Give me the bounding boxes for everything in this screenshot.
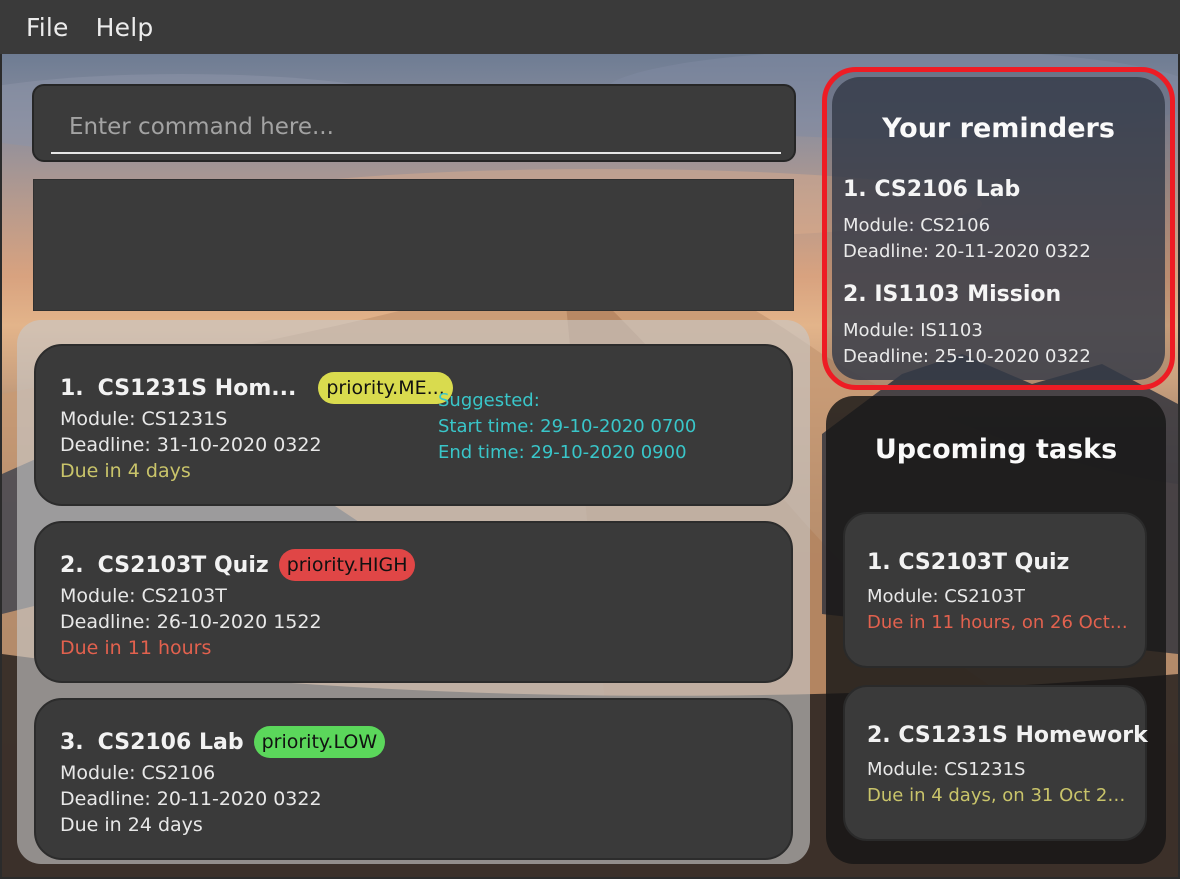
task-name: CS2106 Lab: [97, 729, 244, 755]
task-module: Module: CS1231S: [60, 408, 228, 430]
task-title-row: 1. CS1231S Hom... priority.ME...: [60, 372, 453, 404]
reminders-panel: Your reminders 1. CS2106 Lab Module: CS2…: [822, 67, 1175, 390]
reminders-list[interactable]: Your reminders 1. CS2106 Lab Module: CS2…: [832, 77, 1165, 380]
reminder-title: 2. IS1103 Mission: [843, 282, 1062, 307]
upcoming-module: Module: CS1231S: [867, 759, 1026, 780]
task-deadline: Deadline: 26-10-2020 1522: [60, 611, 322, 633]
upcoming-card[interactable]: 1. CS2103T Quiz Module: CS2103T Due in 1…: [843, 512, 1147, 668]
menu-help[interactable]: Help: [96, 13, 154, 42]
task-card[interactable]: 3. CS2106 Lab priority.LOW Module: CS210…: [34, 698, 793, 860]
suggested-label: Suggested:: [438, 390, 540, 411]
upcoming-title: 1. CS2103T Quiz: [867, 550, 1070, 575]
task-due: Due in 24 days: [60, 814, 203, 836]
task-card[interactable]: 1. CS1231S Hom... priority.ME... Module:…: [34, 344, 793, 506]
reminder-title: 1. CS2106 Lab: [843, 177, 1021, 202]
result-display: [33, 179, 794, 311]
priority-tag: priority.ME...: [318, 372, 453, 404]
command-input[interactable]: [51, 102, 781, 154]
task-index: 1.: [60, 375, 84, 401]
task-deadline: Deadline: 20-11-2020 0322: [60, 788, 322, 810]
reminder-deadline: Deadline: 20-11-2020 0322: [843, 241, 1091, 262]
task-card[interactable]: 2. CS2103T Quiz priority.HIGH Module: CS…: [34, 521, 793, 683]
upcoming-due: Due in 11 hours, on 26 Oct 2...: [867, 612, 1132, 633]
task-due: Due in 11 hours: [60, 637, 212, 659]
task-list-panel[interactable]: 1. CS1231S Hom... priority.ME... Module:…: [17, 320, 810, 864]
suggested-end-time: End time: 29-10-2020 0900: [438, 442, 687, 463]
upcoming-module: Module: CS2103T: [867, 586, 1026, 607]
task-module: Module: CS2103T: [60, 585, 227, 607]
priority-tag: priority.LOW: [253, 726, 386, 758]
task-title-row: 2. CS2103T Quiz priority.HIGH: [60, 549, 416, 581]
task-name: CS2103T Quiz: [97, 552, 269, 578]
reminders-heading: Your reminders: [882, 113, 1115, 144]
task-due: Due in 4 days: [60, 460, 191, 482]
command-box: [32, 84, 796, 162]
priority-tag: priority.HIGH: [278, 549, 416, 581]
task-title-row: 3. CS2106 Lab priority.LOW: [60, 726, 386, 758]
reminder-module: Module: CS2106: [843, 215, 991, 236]
upcoming-card[interactable]: 2. CS1231S Homework Module: CS1231S Due …: [843, 685, 1148, 841]
suggested-start-time: Start time: 29-10-2020 0700: [438, 416, 697, 437]
menu-bar: File Help: [0, 0, 1180, 54]
task-name: CS1231S Hom...: [97, 375, 297, 401]
menu-file[interactable]: File: [26, 13, 69, 42]
task-deadline: Deadline: 31-10-2020 0322: [60, 434, 322, 456]
task-index: 2.: [60, 552, 84, 578]
reminder-module: Module: IS1103: [843, 320, 983, 341]
reminder-deadline: Deadline: 25-10-2020 0322: [843, 346, 1091, 367]
upcoming-panel[interactable]: Upcoming tasks 1. CS2103T Quiz Module: C…: [826, 396, 1166, 864]
task-module: Module: CS2106: [60, 762, 216, 784]
task-index: 3.: [60, 729, 84, 755]
upcoming-title: 2. CS1231S Homework: [867, 723, 1148, 748]
upcoming-due: Due in 4 days, on 31 Oct 202...: [867, 785, 1132, 806]
upcoming-heading: Upcoming tasks: [874, 434, 1118, 465]
